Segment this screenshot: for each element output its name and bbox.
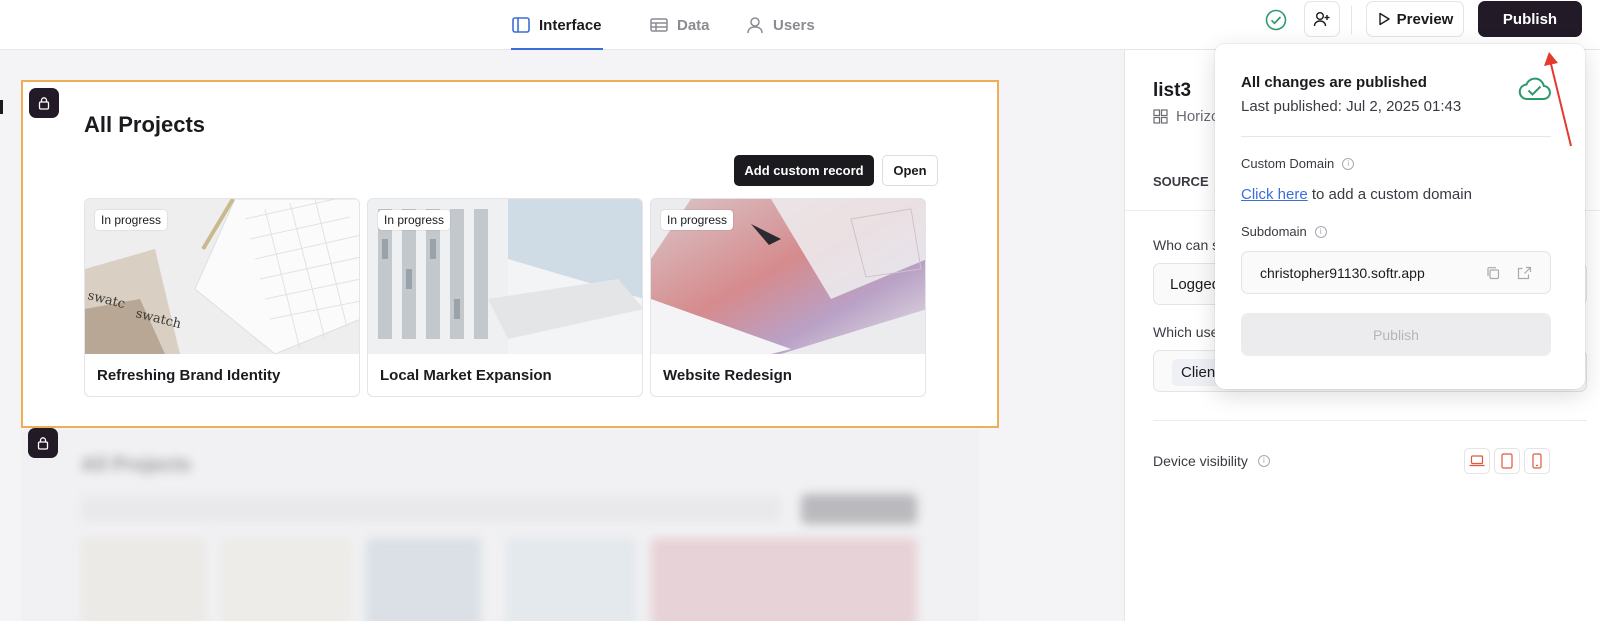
- layout-icon: [512, 17, 530, 33]
- desktop-toggle[interactable]: [1464, 448, 1490, 474]
- subdomain-label: Subdomain: [1241, 224, 1307, 239]
- user-groups-label: Which use: [1153, 324, 1219, 340]
- publish-status-heading: All changes are published: [1241, 74, 1427, 91]
- user-icon: [747, 17, 763, 34]
- ghost-card: [221, 538, 351, 621]
- tab-interface[interactable]: Interface: [511, 0, 603, 50]
- open-button[interactable]: Open: [882, 155, 938, 186]
- ghost-card: [651, 538, 917, 621]
- play-icon: [1378, 12, 1390, 26]
- ghost-card: [506, 538, 636, 621]
- tab-data[interactable]: Data: [649, 0, 710, 50]
- info-icon: i: [1257, 455, 1270, 467]
- tab-source[interactable]: SOURCE: [1153, 174, 1209, 189]
- list-block-selected[interactable]: All Projects Add custom record Open swat…: [21, 80, 999, 428]
- device-visibility-label: Device visibility: [1153, 453, 1248, 469]
- tab-data-label: Data: [677, 16, 710, 34]
- toolbar-divider: [1351, 6, 1352, 34]
- lock-icon: [37, 437, 49, 450]
- publish-popover: All changes are published Last published…: [1215, 44, 1585, 389]
- tab-users[interactable]: Users: [745, 0, 815, 50]
- grid-icon: [1153, 109, 1168, 124]
- custom-domain-link[interactable]: Click here: [1241, 186, 1308, 203]
- info-icon: i: [1314, 225, 1327, 238]
- card-title: Refreshing Brand Identity: [97, 367, 281, 384]
- preview-button[interactable]: Preview: [1366, 1, 1464, 37]
- project-card[interactable]: In progress Local Market Expansion: [367, 198, 643, 397]
- last-published-text: Last published: Jul 2, 2025 01:43: [1241, 98, 1462, 115]
- invite-user-button[interactable]: [1304, 1, 1340, 37]
- block-lock-button[interactable]: [29, 88, 59, 118]
- card-title: Local Market Expansion: [380, 367, 552, 384]
- publish-button[interactable]: Publish: [1478, 1, 1582, 37]
- divider: [1241, 136, 1551, 137]
- divider: [1153, 420, 1587, 421]
- share-icon[interactable]: [1517, 266, 1532, 280]
- subdomain-row: Subdomain i: [1241, 224, 1327, 239]
- published-check-icon[interactable]: [1265, 9, 1287, 31]
- tab-users-label: Users: [773, 16, 815, 34]
- ghost-block-title: All Projects: [81, 454, 192, 476]
- ghost-button: [801, 494, 917, 524]
- tablet-toggle[interactable]: [1494, 448, 1520, 474]
- ghost-card: [366, 538, 481, 621]
- project-card[interactable]: swatc swatch In progress Refreshing Bran…: [84, 198, 360, 397]
- table-icon: [650, 18, 668, 32]
- top-bar: Interface Data Users Preview Publish: [0, 0, 1600, 50]
- custom-domain-rest: to add a custom domain: [1307, 186, 1472, 203]
- preview-label: Preview: [1396, 10, 1454, 28]
- tab-interface-label: Interface: [539, 16, 602, 34]
- laptop-icon: [1469, 455, 1485, 467]
- mobile-toggle[interactable]: [1524, 448, 1550, 474]
- popover-publish-button[interactable]: Publish: [1241, 313, 1551, 356]
- canvas-edge-marker: [0, 100, 3, 114]
- ghost-search-bar: [81, 496, 781, 522]
- custom-domain-label: Custom Domain: [1241, 156, 1335, 171]
- status-badge: In progress: [95, 210, 168, 230]
- lock-icon: [38, 97, 50, 110]
- subdomain-value: christopher91130.softr.app: [1260, 264, 1425, 281]
- custom-domain-row: Custom Domain i: [1241, 156, 1355, 171]
- ghost-card: [81, 538, 206, 621]
- layout-type[interactable]: Horizo: [1153, 108, 1219, 125]
- info-icon: i: [1342, 157, 1355, 170]
- publish-label: Publish: [1502, 10, 1558, 28]
- layout-label: Horizo: [1176, 108, 1220, 125]
- project-card[interactable]: In progress Website Redesign: [650, 198, 926, 397]
- list-block-ghost[interactable]: All Projects: [21, 428, 979, 621]
- phone-icon: [1532, 453, 1542, 469]
- visibility-value: Logged: [1170, 276, 1221, 293]
- subdomain-field[interactable]: christopher91130.softr.app: [1241, 251, 1551, 294]
- block-lock-button[interactable]: [28, 428, 58, 458]
- custom-domain-text: Click here to add a custom domain: [1241, 186, 1472, 203]
- tablet-icon: [1501, 453, 1513, 469]
- user-plus-icon: [1313, 12, 1330, 27]
- block-name: list3: [1153, 80, 1192, 101]
- card-title: Website Redesign: [663, 367, 792, 384]
- device-visibility-row: Device visibility i: [1153, 453, 1270, 469]
- visibility-label: Who can s: [1153, 237, 1220, 253]
- annotation-arrow-icon: [1544, 52, 1572, 147]
- status-badge: In progress: [661, 210, 734, 230]
- add-custom-record-button[interactable]: Add custom record: [734, 155, 874, 186]
- copy-icon[interactable]: [1486, 266, 1500, 280]
- block-title: All Projects: [84, 112, 206, 137]
- status-badge: In progress: [378, 210, 451, 230]
